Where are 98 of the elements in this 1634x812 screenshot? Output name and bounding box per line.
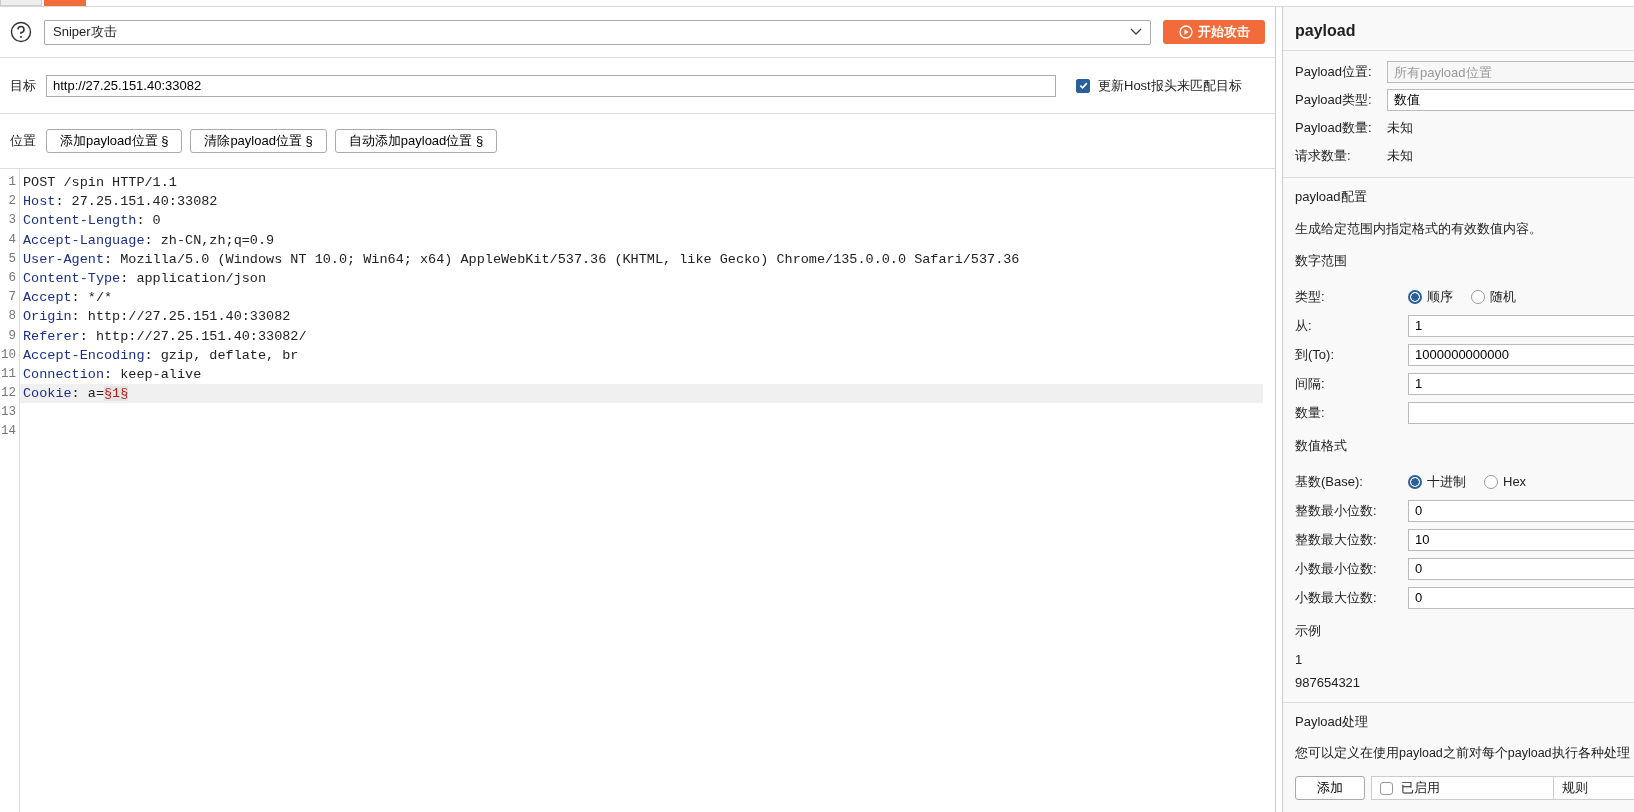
line-number: 6 (7, 269, 17, 287)
radio-label: 随机 (1490, 287, 1516, 306)
field-label: Payload位置: (1295, 63, 1373, 81)
update-host-checkbox[interactable] (1076, 78, 1090, 93)
radio-button[interactable] (1484, 474, 1498, 489)
position-button[interactable]: 自动添加payload位置 § (334, 129, 498, 153)
field-label: 整数最小位数: (1295, 501, 1378, 520)
code-text: : Mozilla/5.0 (Windows NT 10.0; Win64; x64) AppleWebKit/537.36 (KHTML, like Gecko) Chrome/135.0.0.0 Safari/537.36 (104, 251, 1020, 267)
code-text: : keep-alive (104, 366, 202, 382)
line-number: 7 (7, 289, 17, 307)
radio-button[interactable] (1408, 474, 1422, 489)
code-text: : 27.25.151.40:33082 (55, 194, 218, 210)
input-field[interactable]: 0 (1408, 499, 1634, 522)
field-label: 到(To): (1295, 345, 1335, 364)
caret-icon (1130, 28, 1142, 36)
positions-label: 位置 (10, 132, 37, 150)
field-label: 从: (1295, 316, 1313, 335)
group-title: 数值格式 (1295, 437, 1348, 455)
code-text: : application/json (120, 270, 267, 286)
field-value: 未知 (1387, 147, 1414, 165)
help-icon[interactable] (10, 21, 32, 43)
radio-label: 顺序 (1427, 287, 1453, 306)
example-value: 987654321 (1295, 674, 1362, 692)
line-number: 9 (7, 327, 17, 345)
line-number: 11 (0, 365, 17, 383)
line-number: 12 (0, 385, 17, 403)
header-name: Referer (23, 328, 80, 344)
field-label: Payload类型: (1295, 91, 1373, 109)
update-host-label: 更新Host报头来匹配目标 (1098, 76, 1242, 95)
header-name: Origin (23, 309, 72, 325)
code-text: : http://27.25.151.40:33082/ (79, 328, 307, 344)
line-number: 3 (7, 212, 17, 230)
group-title: 示例 (1295, 622, 1322, 640)
field-label: 请求数量: (1295, 147, 1352, 165)
code-text: : gzip, deflate, br (144, 347, 299, 363)
section-title: payload配置 (1295, 188, 1368, 206)
column-header: 规则 (1562, 779, 1588, 797)
description: 您可以定义在使用payload之前对每个payload执行各种处理 (1295, 745, 1631, 762)
panel-title: payload (1283, 7, 1634, 51)
input-field[interactable]: 1 (1408, 314, 1634, 337)
attack-type-dropdown[interactable]: Sniper攻击 (44, 19, 1151, 45)
radio-button[interactable] (1408, 289, 1422, 304)
group-title: 数字范围 (1295, 252, 1348, 270)
field-label: 类型: (1295, 287, 1326, 306)
field-label: 整数最大位数: (1295, 530, 1378, 549)
field-label: Payload数量: (1295, 119, 1373, 137)
radio-button[interactable] (1471, 289, 1485, 304)
input-field[interactable]: 数值 (1387, 89, 1634, 111)
input-field[interactable]: 1 (1408, 372, 1634, 395)
header-name: Content-Length (23, 213, 137, 229)
code-text: POST /spin HTTP/1.1 (23, 175, 177, 190)
field-label: 间隔: (1295, 374, 1326, 393)
header-name: Accept-Language (23, 232, 145, 248)
position-button[interactable]: 添加payload位置 § (46, 129, 183, 153)
example-value: 1 (1295, 651, 1304, 669)
input-field[interactable]: 0 (1408, 586, 1634, 609)
description: 生成给定范围内指定格式的有效数值内容。 (1295, 220, 1543, 238)
position-button[interactable]: 清除payload位置 § (190, 129, 327, 153)
input-field[interactable]: 10 (1408, 528, 1634, 551)
header-name: Connection (23, 366, 104, 382)
field-label: 小数最小位数: (1295, 559, 1378, 578)
input-field[interactable]: 1000000000000 (1408, 343, 1634, 366)
input-field[interactable]: 0 (1408, 557, 1634, 580)
column-header: 已启用 (1401, 779, 1440, 797)
code-text: : 0 (136, 213, 161, 229)
line-number: 14 (0, 423, 17, 441)
line-number: 10 (0, 346, 17, 364)
field-label: 数量: (1295, 403, 1326, 422)
checkbox[interactable] (1380, 781, 1393, 795)
input-field[interactable]: 所有payload位置 (1387, 61, 1634, 83)
input-field[interactable] (1408, 401, 1634, 424)
header-name: Content-Type (23, 270, 121, 286)
line-number: 4 (7, 231, 17, 249)
line-number: 5 (7, 250, 17, 268)
radio-label: 十进制 (1427, 472, 1466, 491)
field-label: 小数最大位数: (1295, 588, 1378, 607)
header-name: User-Agent (23, 251, 104, 267)
header-name: Host (23, 194, 56, 210)
field-label: 基数(Base): (1295, 472, 1364, 491)
target-field[interactable]: http://27.25.151.40:33082 (46, 74, 1056, 97)
line-number: 1 (7, 174, 17, 191)
add-button[interactable]: 添加 (1295, 776, 1365, 800)
play-icon (1178, 25, 1193, 39)
code-text: : http://27.25.151.40:33082 (71, 309, 291, 325)
code-text: : zh-CN,zh;q=0.9 (144, 232, 275, 248)
radio-label: Hex (1503, 474, 1527, 489)
header-name: Accept (23, 290, 72, 306)
code-text: : a= (71, 386, 104, 402)
target-label: 目标 (10, 76, 37, 95)
section-title: Payload处理 (1295, 713, 1369, 731)
code-text: : */* (71, 290, 113, 306)
field-value: 未知 (1387, 119, 1414, 137)
line-number: 8 (7, 308, 17, 326)
header-name: Accept-Encoding (23, 347, 145, 363)
line-number: 13 (0, 404, 17, 422)
line-number: 2 (7, 193, 17, 211)
header-name: Cookie (23, 386, 72, 402)
payload-marker: §1§ (104, 386, 129, 402)
